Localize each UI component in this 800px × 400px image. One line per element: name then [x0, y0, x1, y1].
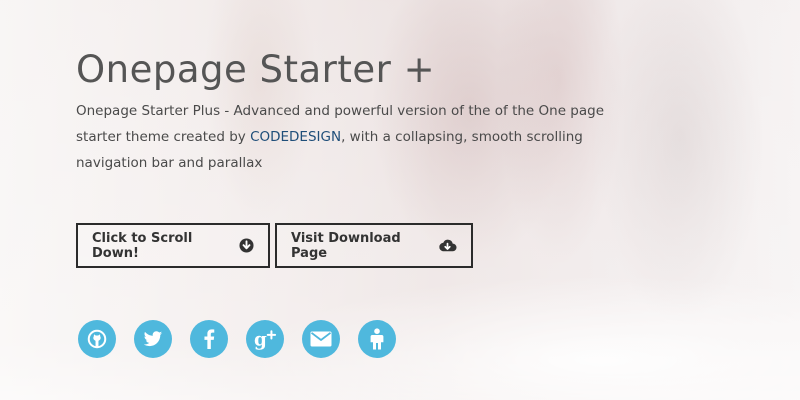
user-icon — [370, 328, 384, 350]
scroll-down-label: Click to Scroll Down! — [92, 230, 193, 261]
hero-content: Onepage Starter + Onepage Starter Plus -… — [76, 48, 676, 176]
facebook-link[interactable] — [190, 320, 228, 358]
email-link[interactable] — [302, 320, 340, 358]
page-title: Onepage Starter + — [76, 48, 436, 91]
github-icon — [86, 328, 108, 350]
svg-text:g: g — [254, 329, 267, 350]
hero-buttons: Click to Scroll Down! Visit Download Pag… — [76, 223, 473, 268]
google-plus-link[interactable]: g — [246, 320, 284, 358]
arrow-circle-down-icon — [239, 238, 254, 253]
codedesign-link[interactable]: CODEDESIGN — [250, 129, 341, 145]
twitter-link[interactable] — [134, 320, 172, 358]
visit-download-button[interactable]: Visit Download Page — [275, 223, 473, 268]
facebook-icon — [203, 329, 215, 349]
email-icon — [310, 331, 332, 347]
github-link[interactable] — [78, 320, 116, 358]
cloud-download-icon — [438, 238, 457, 253]
visit-download-label: Visit Download Page — [291, 230, 401, 261]
user-link[interactable] — [358, 320, 396, 358]
social-links: g — [78, 320, 396, 358]
google-plus-icon: g — [253, 328, 277, 350]
hero-description: Onepage Starter Plus - Advanced and powe… — [76, 98, 646, 176]
scroll-down-button[interactable]: Click to Scroll Down! — [76, 223, 270, 268]
twitter-icon — [143, 330, 163, 348]
